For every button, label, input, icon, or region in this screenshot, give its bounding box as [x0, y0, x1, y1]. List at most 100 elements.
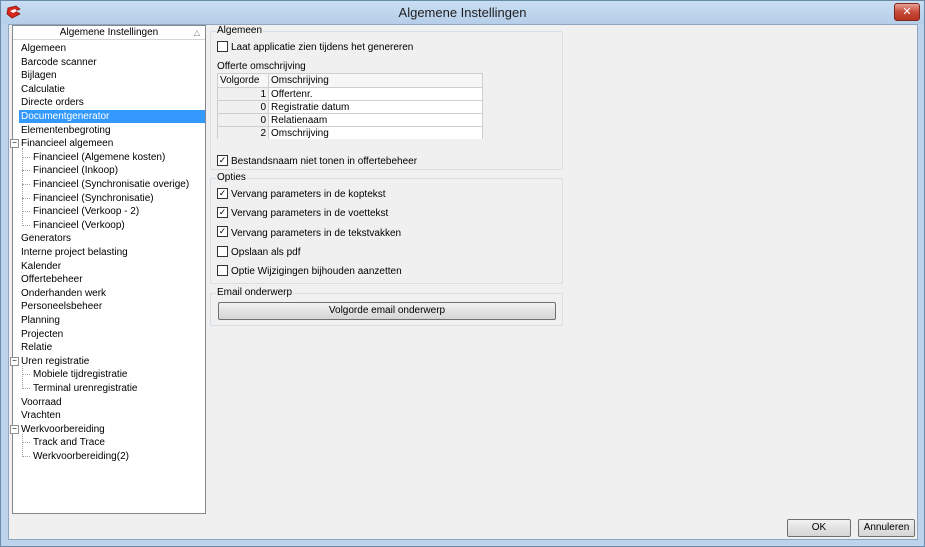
tree-item[interactable]: Mobiele tijdregistratie — [31, 368, 130, 381]
tree-item[interactable]: Documentgenerator — [19, 110, 205, 123]
tree-connector — [22, 388, 30, 389]
algemeen-group-title: Algemeen — [216, 25, 264, 36]
tree-item[interactable]: Projecten — [19, 328, 65, 341]
tree-item[interactable]: Terminal urenregistratie — [31, 382, 140, 395]
tree-connector — [22, 433, 23, 457]
hide-filename-checkbox[interactable]: ✓ Bestandsnaam niet tonen in offertebehee… — [217, 154, 418, 168]
close-button[interactable]: ✕ — [894, 3, 920, 21]
tree-item[interactable]: Financieel (Verkoop - 2) — [31, 205, 141, 218]
show-app-checkbox[interactable]: Laat applicatie zien tijdens het generer… — [217, 40, 414, 54]
tree-item[interactable]: Vrachten — [19, 409, 63, 422]
tree-item[interactable]: Calculatie — [19, 83, 67, 96]
tree-header-label: Algemene Instellingen — [59, 27, 159, 38]
grid-cell-omschrijving[interactable]: Relatienaam — [268, 113, 483, 127]
tree-connector — [22, 365, 23, 389]
grid-row[interactable]: 2 Omschrijving — [217, 126, 483, 139]
checkmark-icon[interactable]: ✓ — [217, 187, 228, 199]
ok-button[interactable]: OK — [787, 519, 851, 537]
option-label: Vervang parameters in de koptekst — [231, 189, 386, 200]
tree-item[interactable]: Bijlagen — [19, 69, 59, 82]
tree-item[interactable]: Offertebeheer — [19, 273, 85, 286]
tree-connector — [22, 211, 30, 213]
tree-item[interactable]: Relatie — [19, 341, 54, 354]
tree-item[interactable]: Financieel (Algemene kosten) — [31, 151, 167, 164]
tree-item[interactable]: Directe orders — [19, 96, 86, 109]
email-group: Email onderwerp Volgorde email onderwerp — [210, 287, 563, 326]
tree-item[interactable]: Werkvoorbereiding — [19, 423, 107, 436]
grid-row[interactable]: 1 Offertenr. — [217, 87, 483, 101]
tree-item[interactable]: Planning — [19, 314, 62, 327]
algemeen-group: Algemeen Laat applicatie zien tijdens he… — [210, 25, 563, 170]
tree-item[interactable]: Interne project belasting — [19, 246, 130, 259]
tree-connector — [22, 170, 30, 172]
tree-item[interactable]: Kalender — [19, 260, 63, 273]
hide-filename-label: Bestandsnaam niet tonen in offertebeheer — [231, 156, 418, 167]
option-label: Vervang parameters in de tekstvakken — [231, 227, 402, 239]
cancel-button[interactable]: Annuleren — [858, 519, 915, 537]
tree-item[interactable]: Financieel (Verkoop) — [31, 219, 127, 232]
checkbox-box[interactable] — [217, 40, 228, 52]
option-label: Opslaan als pdf — [231, 246, 301, 258]
tree-item[interactable]: Uren registratie — [19, 355, 91, 368]
option-label: Optie Wijzigingen bijhouden aanzetten — [231, 266, 402, 278]
tree-item[interactable]: Voorraad — [19, 396, 64, 409]
title-bar[interactable]: Algemene Instellingen ✕ — [1, 1, 924, 24]
collapse-icon[interactable]: − — [10, 424, 19, 434]
sort-ascending-icon: △ — [193, 28, 200, 37]
grid-cell-volgorde[interactable]: 0 — [217, 100, 269, 114]
email-group-title: Email onderwerp — [216, 287, 294, 298]
tree-connector — [22, 442, 30, 444]
checkbox-box[interactable] — [217, 265, 228, 277]
tree-item[interactable]: Generators — [19, 232, 73, 245]
tree-header[interactable]: Algemene Instellingen △ — [13, 26, 205, 40]
tree-item[interactable]: Werkvoorbereiding(2) — [31, 450, 131, 463]
option-checkbox[interactable]: ✓ Vervang parameters in de koptekst — [217, 187, 386, 201]
email-order-button[interactable]: Volgorde email onderwerp — [218, 302, 556, 320]
settings-window: Algemene Instellingen ✕ Algemene Instell… — [0, 0, 925, 547]
tree-item[interactable]: Financieel (Inkoop) — [31, 164, 120, 177]
tree-list: Algemeen Barcode scanner Bijlagen Calculati… — [10, 40, 205, 513]
opties-group-title: Opties — [216, 172, 247, 183]
tree-connector — [22, 224, 30, 226]
tree-connector — [22, 197, 30, 199]
option-checkbox[interactable]: Optie Wijzigingen bijhouden aanzetten — [217, 265, 402, 278]
tree-item[interactable]: Algemeen — [19, 42, 68, 55]
option-label: Vervang parameters in de voettekst — [231, 208, 389, 220]
grid-header-volgorde[interactable]: Volgorde — [217, 73, 269, 88]
tree-item[interactable]: Financieel (Synchronisatie overige) — [31, 178, 191, 191]
tree-connector — [22, 156, 30, 158]
opties-group: Opties ✓ Vervang parameters in de kopteks… — [210, 172, 563, 284]
grid-cell-omschrijving[interactable]: Omschrijving — [268, 126, 483, 139]
show-app-label: Laat applicatie zien tijdens het generer… — [231, 42, 414, 53]
tree-item[interactable]: Financieel (Synchronisatie) — [31, 192, 156, 205]
option-checkbox[interactable]: ✓ Vervang parameters in de tekstvakken — [217, 226, 402, 240]
tree-item[interactable]: Financieel algemeen — [19, 137, 115, 150]
option-checkbox[interactable]: Opslaan als pdf — [217, 245, 301, 259]
collapse-icon[interactable]: − — [10, 356, 19, 366]
collapse-icon[interactable]: − — [10, 139, 19, 149]
tree-connector — [22, 148, 23, 226]
window-title: Algemene Instellingen — [398, 5, 527, 20]
grid-row[interactable]: 0 Registratie datum — [217, 100, 483, 114]
checkmark-icon[interactable]: ✓ — [217, 226, 228, 238]
grid-cell-volgorde[interactable]: 0 — [217, 113, 269, 127]
grid-row[interactable]: 0 Relatienaam — [217, 113, 483, 127]
settings-tree[interactable]: Algemene Instellingen △ Algemeen Barcode … — [10, 25, 206, 514]
grid-cell-volgorde[interactable]: 1 — [217, 87, 269, 101]
grid-header-omschrijving[interactable]: Omschrijving — [268, 73, 483, 88]
tree-item[interactable]: Onderhanden werk — [19, 287, 108, 300]
checkmark-icon[interactable]: ✓ — [217, 207, 228, 219]
checkmark-icon[interactable]: ✓ — [217, 154, 228, 166]
tree-connector — [22, 184, 30, 185]
tree-connector — [22, 456, 30, 457]
checkbox-box[interactable] — [217, 245, 228, 257]
tree-item[interactable]: Barcode scanner — [19, 56, 99, 69]
tree-item[interactable]: Elementenbegroting — [19, 124, 113, 137]
option-checkbox[interactable]: ✓ Vervang parameters in de voettekst — [217, 207, 388, 220]
offerte-grid[interactable]: Volgorde Omschrijving 1 Offertenr. 0 Regist… — [217, 73, 483, 139]
tree-item[interactable]: Track and Trace — [31, 436, 107, 449]
grid-cell-volgorde[interactable]: 2 — [217, 126, 269, 139]
grid-cell-omschrijving[interactable]: Registratie datum — [268, 100, 483, 114]
tree-item[interactable]: Personeelsbeheer — [19, 300, 104, 313]
grid-cell-omschrijving[interactable]: Offertenr. — [268, 87, 483, 101]
